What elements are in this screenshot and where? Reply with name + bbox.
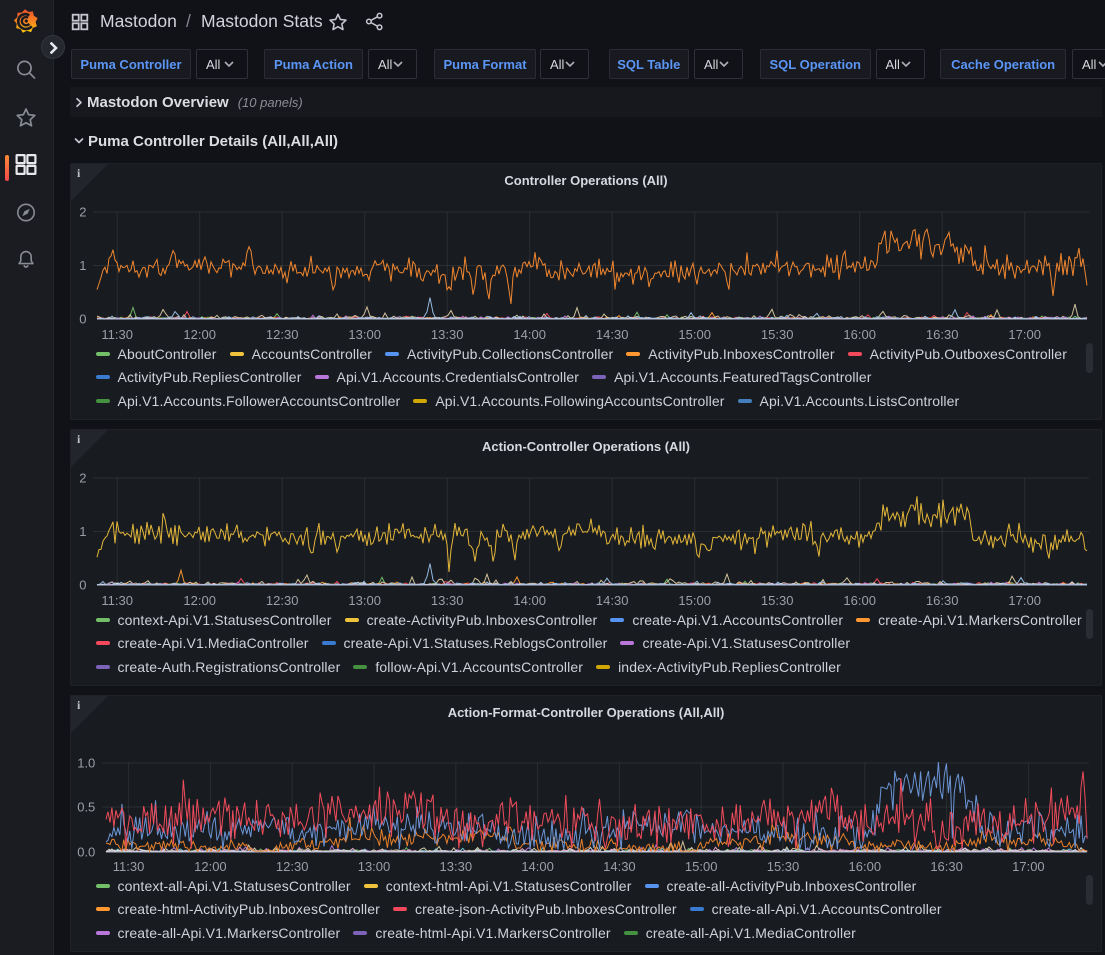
svg-text:16:30: 16:30 [926, 593, 959, 608]
svg-text:14:00: 14:00 [513, 593, 546, 608]
svg-text:15:00: 15:00 [678, 593, 711, 608]
svg-text:0.5: 0.5 [77, 800, 95, 815]
svg-text:1.0: 1.0 [77, 756, 95, 771]
svg-text:13:00: 13:00 [348, 327, 381, 342]
svg-text:14:30: 14:30 [596, 327, 629, 342]
svg-text:13:30: 13:30 [431, 327, 464, 342]
svg-text:15:30: 15:30 [767, 859, 800, 874]
svg-text:14:30: 14:30 [596, 593, 629, 608]
svg-text:0: 0 [79, 312, 86, 327]
svg-text:17:00: 17:00 [1012, 859, 1045, 874]
svg-text:11:30: 11:30 [113, 859, 145, 874]
svg-text:17:00: 17:00 [1008, 327, 1041, 342]
svg-text:13:30: 13:30 [431, 593, 464, 608]
svg-text:2: 2 [79, 471, 86, 486]
svg-text:13:00: 13:00 [348, 593, 381, 608]
svg-text:14:30: 14:30 [603, 859, 636, 874]
svg-text:12:00: 12:00 [183, 327, 216, 342]
svg-text:1: 1 [79, 524, 86, 539]
svg-text:14:00: 14:00 [521, 859, 554, 874]
svg-text:12:30: 12:30 [276, 859, 309, 874]
svg-text:15:00: 15:00 [685, 859, 718, 874]
svg-text:15:30: 15:30 [761, 593, 794, 608]
svg-text:12:30: 12:30 [266, 593, 299, 608]
svg-text:14:00: 14:00 [513, 327, 546, 342]
svg-text:16:30: 16:30 [926, 327, 959, 342]
svg-text:15:00: 15:00 [678, 327, 711, 342]
svg-text:12:00: 12:00 [183, 593, 216, 608]
svg-text:17:00: 17:00 [1008, 593, 1041, 608]
svg-text:0.0: 0.0 [77, 845, 95, 860]
svg-text:1: 1 [79, 258, 86, 273]
svg-text:13:00: 13:00 [358, 859, 391, 874]
svg-text:16:00: 16:00 [849, 859, 882, 874]
svg-text:15:30: 15:30 [761, 327, 794, 342]
svg-text:12:00: 12:00 [194, 859, 227, 874]
svg-text:2: 2 [79, 205, 86, 220]
svg-text:16:30: 16:30 [930, 859, 963, 874]
svg-text:0: 0 [79, 578, 86, 593]
svg-text:11:30: 11:30 [101, 327, 133, 342]
svg-text:16:00: 16:00 [843, 593, 876, 608]
svg-text:11:30: 11:30 [101, 593, 133, 608]
svg-text:12:30: 12:30 [266, 327, 299, 342]
svg-text:13:30: 13:30 [440, 859, 473, 874]
svg-text:16:00: 16:00 [843, 327, 876, 342]
